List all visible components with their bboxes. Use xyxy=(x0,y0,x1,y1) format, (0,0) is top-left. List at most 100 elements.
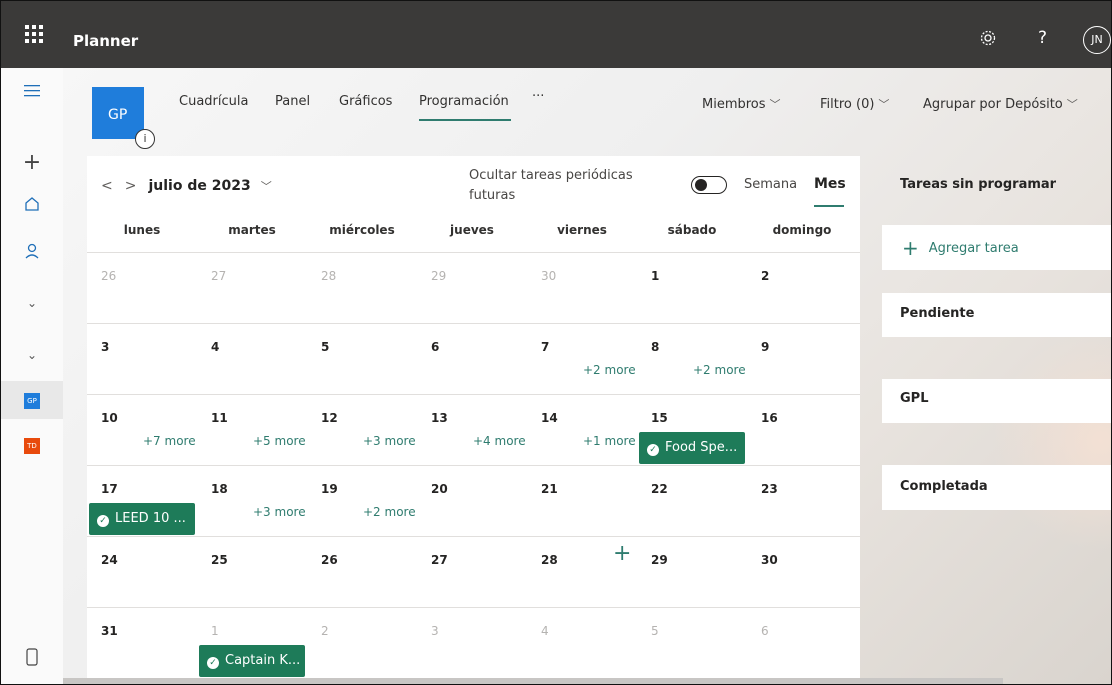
bucket-card[interactable]: Completada xyxy=(882,465,1111,510)
more-tasks-link[interactable]: +7 more xyxy=(143,434,196,448)
task-label: LEED 10 ... xyxy=(115,511,186,526)
rail-plan-td[interactable]: TD xyxy=(24,438,40,454)
day-number[interactable]: 1 xyxy=(211,624,219,638)
day-number[interactable]: 18 xyxy=(211,482,228,496)
home-icon[interactable] xyxy=(1,196,63,217)
view-month-button[interactable]: Mes xyxy=(814,176,846,192)
day-number[interactable]: 1 xyxy=(651,269,659,283)
chevron-down-icon: ﹀ xyxy=(769,98,781,111)
day-number[interactable]: 5 xyxy=(321,340,329,354)
more-tasks-link[interactable]: +5 more xyxy=(253,434,306,448)
more-tasks-link[interactable]: +2 more xyxy=(693,363,746,377)
user-avatar[interactable]: JN xyxy=(1083,26,1111,54)
more-tasks-link[interactable]: +2 more xyxy=(583,363,636,377)
day-number[interactable]: 7 xyxy=(541,340,549,354)
person-icon[interactable] xyxy=(1,243,63,264)
app-title[interactable]: Planner xyxy=(73,32,138,50)
tab-grid[interactable]: Cuadrícula xyxy=(179,94,248,109)
more-tasks-link[interactable]: +4 more xyxy=(473,434,526,448)
bucket-card[interactable]: Pendiente xyxy=(882,293,1111,337)
day-number[interactable]: 28 xyxy=(321,269,336,283)
day-number[interactable]: 2 xyxy=(761,269,769,283)
day-number[interactable]: 12 xyxy=(321,411,338,425)
task-chip[interactable]: ✓ Captain K... xyxy=(199,645,305,677)
horizontal-scrollbar[interactable] xyxy=(63,678,1003,684)
day-number[interactable]: 3 xyxy=(101,340,109,354)
more-tasks-link[interactable]: +3 more xyxy=(253,505,306,519)
weekday-header: sábado xyxy=(667,223,717,237)
more-tasks-link[interactable]: +1 more xyxy=(583,434,636,448)
check-icon: ✓ xyxy=(97,515,109,527)
day-number[interactable]: 22 xyxy=(651,482,668,496)
group-by-button[interactable]: Agrupar por Depósito ﹀ xyxy=(923,96,1078,112)
day-number[interactable]: 15 xyxy=(651,411,668,425)
plan-tile[interactable]: GP xyxy=(92,87,144,139)
weekday-header: miércoles xyxy=(329,223,395,237)
day-number[interactable]: 5 xyxy=(651,624,659,638)
day-number[interactable]: 21 xyxy=(541,482,558,496)
left-rail: + ⌄ ⌄ GP TD xyxy=(1,68,64,684)
day-number[interactable]: 11 xyxy=(211,411,228,425)
task-chip[interactable]: ✓ LEED 10 ... xyxy=(89,503,195,535)
rail-plan-gp[interactable]: GP xyxy=(24,393,40,409)
bucket-title: Completada xyxy=(900,479,988,494)
day-number[interactable]: 29 xyxy=(431,269,446,283)
day-number[interactable]: 27 xyxy=(431,553,448,567)
mobile-app-icon[interactable] xyxy=(1,648,63,671)
more-tasks-link[interactable]: +3 more xyxy=(363,434,416,448)
day-number[interactable]: 27 xyxy=(211,269,226,283)
gear-icon[interactable] xyxy=(979,29,997,52)
view-week-button[interactable]: Semana xyxy=(744,177,797,192)
plus-icon[interactable]: + xyxy=(1,150,63,175)
day-number[interactable]: 24 xyxy=(101,553,118,567)
hide-periodic-toggle[interactable] xyxy=(691,176,727,194)
day-number[interactable]: 17 xyxy=(101,482,118,496)
more-tabs-icon[interactable]: ··· xyxy=(532,89,544,104)
week-divider xyxy=(87,465,860,466)
day-number[interactable]: 26 xyxy=(101,269,116,283)
day-number[interactable]: 29 xyxy=(651,553,668,567)
tab-schedule[interactable]: Programación xyxy=(419,94,509,109)
day-number[interactable]: 14 xyxy=(541,411,558,425)
day-number[interactable]: 2 xyxy=(321,624,329,638)
day-number[interactable]: 30 xyxy=(761,553,778,567)
help-icon[interactable]: ? xyxy=(1038,28,1047,48)
add-task-card[interactable]: + Agregar tarea xyxy=(882,225,1111,270)
day-number[interactable]: 13 xyxy=(431,411,448,425)
chevron-down-icon[interactable]: ⌄ xyxy=(1,296,63,310)
chevron-down-icon[interactable]: ⌄ xyxy=(1,348,63,362)
menu-icon[interactable] xyxy=(1,82,63,103)
day-number[interactable]: 6 xyxy=(761,624,769,638)
day-number[interactable]: 28 xyxy=(541,553,558,567)
day-number[interactable]: 16 xyxy=(761,411,778,425)
day-number[interactable]: 10 xyxy=(101,411,118,425)
add-task-in-cell-icon[interactable]: + xyxy=(613,541,631,566)
day-number[interactable]: 3 xyxy=(431,624,439,638)
bucket-card[interactable]: GPL xyxy=(882,379,1111,423)
tab-board[interactable]: Panel xyxy=(275,94,310,109)
month-label[interactable]: julio de 2023 xyxy=(148,178,250,194)
day-number[interactable]: 4 xyxy=(211,340,219,354)
members-button[interactable]: Miembros ﹀ xyxy=(702,96,781,112)
more-tasks-link[interactable]: +2 more xyxy=(363,505,416,519)
app-launcher-icon[interactable] xyxy=(25,25,43,43)
active-tab-indicator xyxy=(419,119,511,121)
day-number[interactable]: 25 xyxy=(211,553,228,567)
next-month-icon[interactable]: > xyxy=(125,178,137,194)
day-number[interactable]: 31 xyxy=(101,624,118,638)
info-icon[interactable]: i xyxy=(135,129,155,149)
chevron-down-icon[interactable]: ﹀ xyxy=(261,180,272,193)
day-number[interactable]: 9 xyxy=(761,340,769,354)
day-number[interactable]: 19 xyxy=(321,482,338,496)
tab-charts[interactable]: Gráficos xyxy=(339,94,392,109)
day-number[interactable]: 23 xyxy=(761,482,778,496)
day-number[interactable]: 26 xyxy=(321,553,338,567)
day-number[interactable]: 4 xyxy=(541,624,549,638)
day-number[interactable]: 8 xyxy=(651,340,659,354)
previous-month-icon[interactable]: < xyxy=(101,178,113,194)
day-number[interactable]: 30 xyxy=(541,269,556,283)
filter-button[interactable]: Filtro (0) ﹀ xyxy=(820,96,889,112)
day-number[interactable]: 20 xyxy=(431,482,448,496)
task-chip[interactable]: ✓ Food Spe... xyxy=(639,432,745,464)
day-number[interactable]: 6 xyxy=(431,340,439,354)
